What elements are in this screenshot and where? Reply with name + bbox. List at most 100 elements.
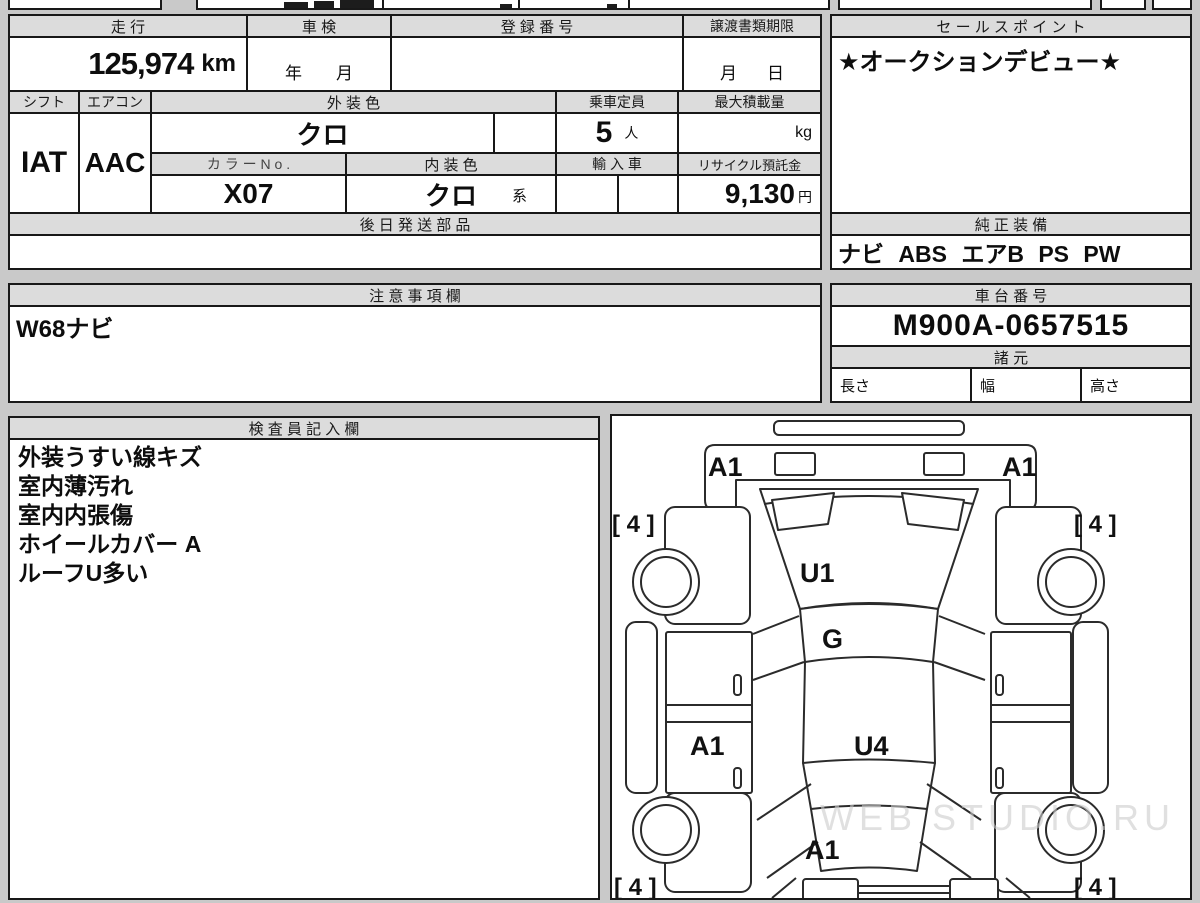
later-parts-cell [8,234,822,270]
clipped-text-fragment [340,0,374,8]
inspector-notes-header: 検 査 員 記 入 欄 [8,416,600,440]
damage-mark-hood: U1 [800,558,835,588]
mileage-value: 125,974 [88,46,194,81]
sales-point-value: ★オークションデビュー★ [838,49,1122,76]
mileage-cell: 125,974 km [8,36,248,92]
deadline-month-label: 月 [720,64,737,83]
clipped-text-fragment [607,4,617,8]
registration-cell [390,36,684,92]
damage-mark-rear: A1 [805,835,840,865]
exterior-color-header: 外 装 色 [150,90,557,114]
interior-color-suffix: 系 [511,188,527,205]
import-car-cell-2 [617,174,679,214]
tire-grade-front-right: [ 4 ] [1074,511,1117,538]
shift-value: IAT [8,112,80,214]
taillight-left [802,878,859,903]
color-no-header: カ ラ ー N o . [150,152,347,176]
recycle-deposit-value: 9,130 [724,178,795,209]
inspector-note-line: 室内内張傷 [18,502,133,528]
top-strip-box [8,0,162,10]
damage-mark-roof: U4 [854,731,889,761]
damage-mark-left-door: A1 [690,731,725,761]
aircon-header: エアコン [78,90,152,114]
shaken-header: 車 検 [246,14,392,38]
car-damage-diagram: WEB STUDIO.RU A1 A1 U1 G U4 A1 A1 [ 4 ] … [610,414,1192,903]
interior-color-header: 内 装 色 [345,152,557,176]
door-handle [995,674,1004,696]
damage-mark-windshield: G [822,624,843,654]
clipped-text-fragment [314,1,334,8]
sales-point-cell: ★オークションデビュー★ [830,36,1192,214]
recycle-deposit-cell: 9,130 円 [677,174,822,214]
tire-grade-rear-right: [ 4 ] [1074,874,1117,898]
damage-mark-front-right: A1 [1002,452,1037,482]
front-left-wheel [632,548,700,616]
registration-header: 登 録 番 号 [390,14,684,38]
capacity-unit: 人 [624,125,639,141]
notes-cell: W68ナビ [8,305,822,403]
front-bumper-strip [773,420,965,436]
right-rocker-panel [1072,621,1109,794]
damage-mark-front-left: A1 [708,452,743,482]
maxload-header: 最大積載量 [677,90,822,114]
inspector-note-line: ホイールカバー A [18,531,202,557]
specs-header: 諸 元 [830,345,1192,369]
import-car-cell-1 [555,174,619,214]
inspector-note-line: 外装うすい線キズ [18,444,202,470]
auction-sheet: { "colors": {"background":"#c9c9c9","hea… [0,0,1200,903]
top-strip-box [1152,0,1192,10]
color-no-value: X07 [150,174,347,214]
chassis-number-value: M900A-0657515 [830,305,1192,347]
shaken-cell: 年 月 [246,36,392,92]
top-strip-box [628,0,830,10]
interior-color-cell: クロ 系 [345,174,557,214]
door-handle [733,767,742,789]
headlight-right [923,452,965,476]
front-right-wheel [1037,548,1105,616]
tire-grade-front-left: [ 4 ] [612,511,655,538]
deadline-cell: 月 日 [682,36,822,92]
recycle-deposit-unit: 円 [798,189,812,205]
capacity-header: 乗車定員 [555,90,679,114]
maxload-unit: kg [795,124,812,141]
exterior-color-extra-cell [493,112,557,154]
shaken-month-label: 月 [336,63,353,83]
clipped-text-fragment [500,4,512,8]
recycle-deposit-header: リサイクル預託金 [677,152,822,176]
mileage-header: 走 行 [8,14,248,38]
shift-header: シフト [8,90,80,114]
exterior-color-value: クロ [150,112,495,154]
top-strip-box [838,0,1092,10]
aircon-value: AAC [78,112,152,214]
sales-point-header: セ ー ル ス ポ イ ン ト [830,14,1192,38]
spec-width-cell: 幅 [970,367,1082,403]
car-diagram-svg: WEB STUDIO.RU A1 A1 U1 G U4 A1 A1 [ 4 ] … [612,420,1175,903]
wiper-left [771,492,835,531]
watermark-text: WEB STUDIO.RU [820,797,1175,838]
capacity-cell: 5 人 [555,112,679,154]
genuine-equipment-value: ナビ ABS エアB PS PW [830,234,1192,270]
windshield [799,603,939,663]
capacity-value: 5 [595,116,613,149]
spec-length-cell: 長さ [830,367,972,403]
interior-color-value: クロ [424,180,477,211]
notes-header: 注 意 事 項 欄 [8,283,822,307]
maxload-cell: kg [677,112,822,154]
left-rocker-panel [625,621,658,794]
inspector-note-line: 室内薄汚れ [18,473,133,499]
door-handle [733,674,742,696]
rear-left-wheel [632,796,700,864]
door-handle [995,767,1004,789]
deadline-day-label: 日 [767,64,784,83]
chassis-number-header: 車 台 番 号 [830,283,1192,307]
notes-line: W68ナビ [16,316,114,343]
inspector-note-line: ルーフU多い [18,560,149,586]
tire-grade-rear-left: [ 4 ] [614,874,657,898]
mileage-unit: km [201,50,236,77]
genuine-equipment-header: 純 正 装 備 [830,212,1192,236]
wiper-right [901,492,965,531]
headlight-left [774,452,816,476]
deadline-header: 譲渡書類期限 [682,14,822,38]
spec-height-cell: 高さ [1080,367,1192,403]
top-strip-box [1100,0,1146,10]
